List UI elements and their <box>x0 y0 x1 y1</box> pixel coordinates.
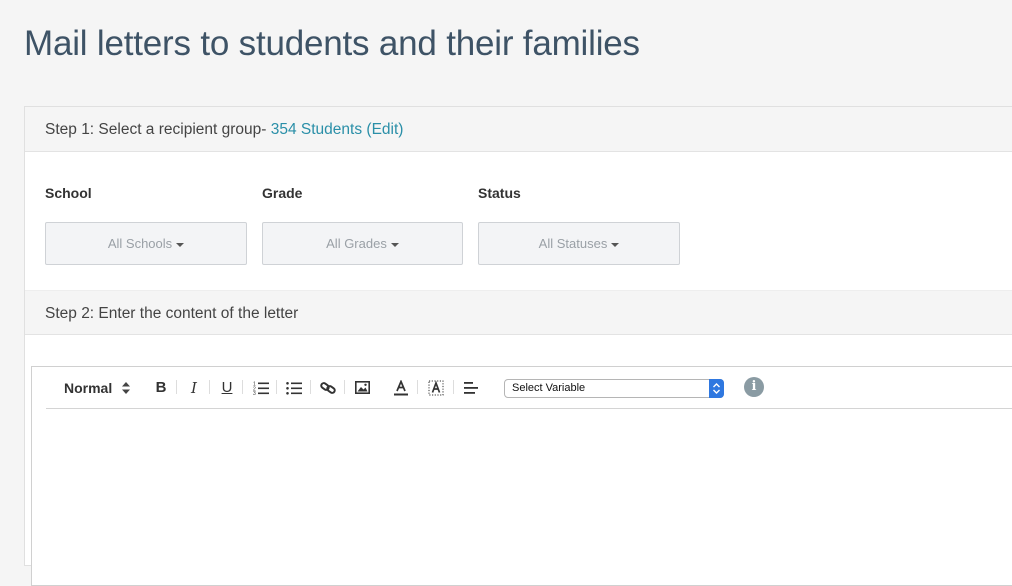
updown-arrows-icon <box>122 382 131 394</box>
image-icon <box>354 381 370 394</box>
format-select[interactable]: Normal <box>64 377 134 399</box>
underline-icon: U <box>221 379 233 396</box>
text-color-button[interactable] <box>390 377 412 399</box>
insert-image-button[interactable] <box>351 377 373 399</box>
status-dropdown-value: All Statuses <box>538 236 608 251</box>
editor-toolbar: Normal B I U 1 2 3 Select Variable i <box>46 367 1012 409</box>
page-title: Mail letters to students and their famil… <box>24 24 640 63</box>
toolbar-divider <box>242 380 243 394</box>
select-arrows-icon <box>709 379 724 398</box>
school-filter-label: School <box>45 185 92 201</box>
edit-close-paren: ) <box>398 121 404 138</box>
italic-button[interactable]: I <box>185 377 203 399</box>
text-color-icon <box>394 379 408 396</box>
grade-dropdown[interactable]: All Grades <box>262 222 463 265</box>
school-dropdown-value: All Schools <box>107 236 173 251</box>
bullet-list-button[interactable] <box>283 377 305 399</box>
step2-header: Step 2: Enter the content of the letter <box>25 290 1012 335</box>
bullet-list-icon <box>286 382 302 395</box>
format-select-value: Normal <box>64 380 113 396</box>
bold-button[interactable]: B <box>152 377 170 399</box>
toolbar-divider <box>176 380 177 394</box>
letter-editor: Normal B I U 1 2 3 Select Variable i <box>31 366 1012 586</box>
insert-link-button[interactable] <box>317 377 339 399</box>
ordered-list-icon: 1 2 3 <box>253 382 269 397</box>
toolbar-divider <box>310 380 311 394</box>
bold-icon: B <box>155 379 167 396</box>
toolbar-divider <box>209 380 210 394</box>
svg-text:3: 3 <box>253 391 256 395</box>
caret-down-icon <box>390 242 399 247</box>
caret-down-icon <box>176 242 185 247</box>
status-filter-label: Status <box>478 185 521 201</box>
background-color-button[interactable] <box>425 377 447 399</box>
info-icon[interactable]: i <box>744 377 764 397</box>
toolbar-divider <box>453 380 454 394</box>
step2-label: Step 2: Enter the content of the letter <box>45 305 299 322</box>
step1-header: Step 1: Select a recipient group- 354 St… <box>25 107 1012 152</box>
mail-letters-panel: Step 1: Select a recipient group- 354 St… <box>24 106 1012 586</box>
align-icon <box>464 382 478 394</box>
caret-down-icon <box>611 242 620 247</box>
underline-button[interactable]: U <box>218 377 236 399</box>
toolbar-divider <box>417 380 418 394</box>
toolbar-divider <box>344 380 345 394</box>
toolbar-divider <box>276 380 277 394</box>
edit-recipients-link[interactable]: Edit <box>372 121 399 138</box>
grade-filter-label: Grade <box>262 185 303 201</box>
recipient-count-link[interactable]: 354 Students <box>271 121 362 138</box>
link-icon <box>320 382 336 394</box>
select-variable-dropdown[interactable]: Select Variable <box>504 379 724 398</box>
edit-open-paren: ( <box>362 121 372 138</box>
grade-dropdown-value: All Grades <box>326 236 387 251</box>
school-dropdown[interactable]: All Schools <box>45 222 247 265</box>
status-dropdown[interactable]: All Statuses <box>478 222 680 265</box>
ordered-list-button[interactable]: 1 2 3 <box>250 377 272 399</box>
step1-label: Step 1: Select a recipient group- <box>45 121 271 138</box>
select-variable-value: Select Variable <box>512 382 586 394</box>
background-color-icon <box>428 380 444 396</box>
align-button[interactable] <box>460 377 482 399</box>
letter-content-area[interactable] <box>32 409 1012 585</box>
italic-icon: I <box>191 379 197 397</box>
